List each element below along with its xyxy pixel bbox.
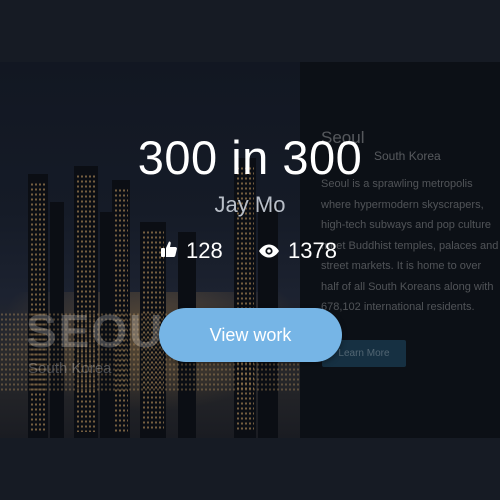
thumbs-up-icon	[160, 238, 178, 264]
project-title: 300 in 300	[137, 131, 363, 184]
likes-stat: 128	[160, 238, 223, 264]
view-work-button[interactable]: View work	[159, 308, 342, 362]
views-stat: 1378	[258, 238, 337, 264]
views-count: 1378	[288, 238, 337, 263]
project-author: Jay Mo	[214, 192, 286, 217]
project-stats: 128 1378	[0, 238, 500, 266]
likes-count: 128	[186, 238, 223, 263]
project-overlay: 300 in 300 Jay Mo 128 1378 View work	[0, 0, 500, 500]
eye-icon	[258, 238, 280, 264]
